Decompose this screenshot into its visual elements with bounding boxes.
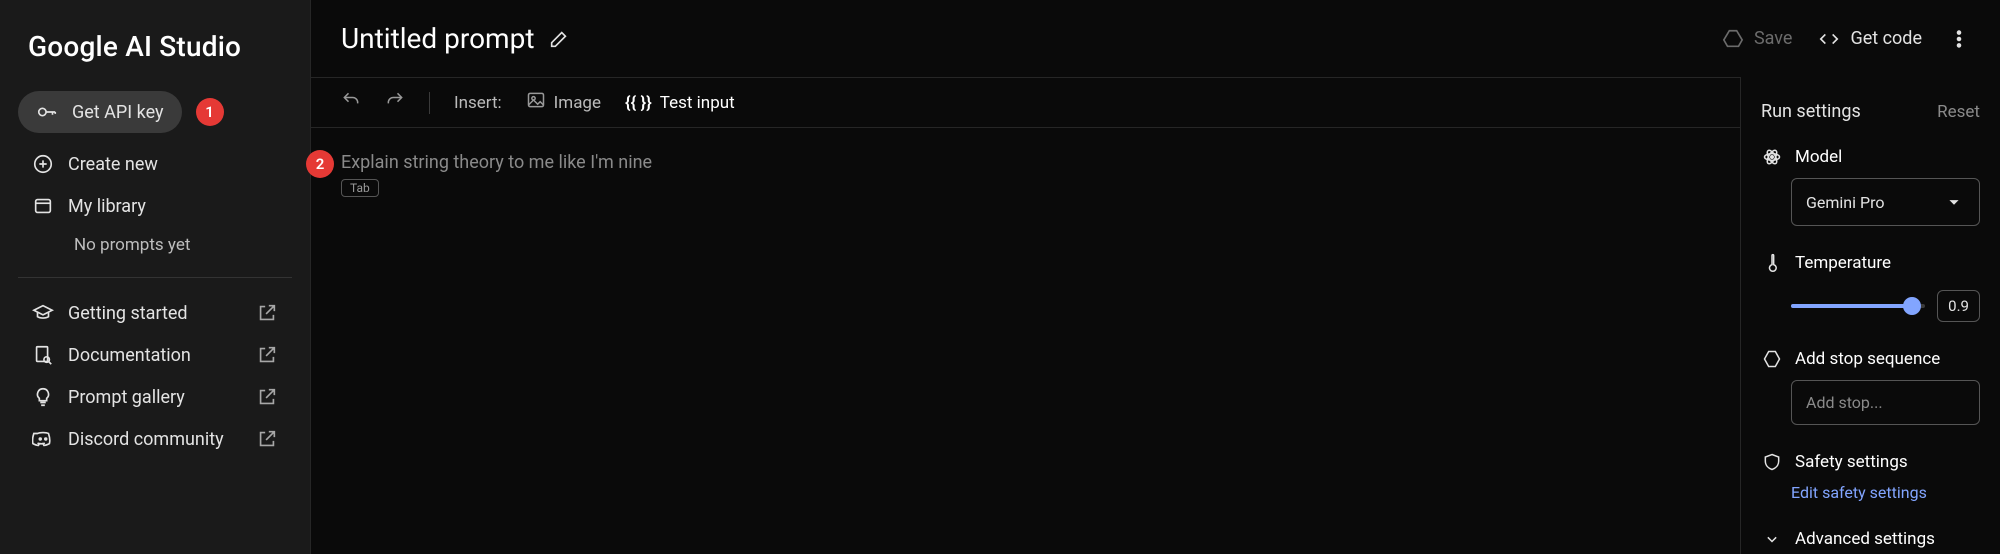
model-setting-header: Model xyxy=(1761,146,1980,168)
insert-image-label: Image xyxy=(554,93,601,113)
documentation-link[interactable]: Documentation xyxy=(18,334,292,376)
atom-icon xyxy=(1761,146,1783,168)
prompt-title: Untitled prompt xyxy=(341,22,534,55)
prompt-gallery-label: Prompt gallery xyxy=(68,387,185,408)
discord-label: Discord community xyxy=(68,429,224,450)
key-icon xyxy=(36,101,58,123)
plus-circle-icon xyxy=(32,153,54,175)
prompt-editor[interactable]: Explain string theory to me like I'm nin… xyxy=(311,128,1740,554)
annotation-badge-1: 1 xyxy=(196,98,224,126)
toolbar-separator xyxy=(429,92,430,114)
insert-test-input-button[interactable]: {{ }} Test input xyxy=(625,93,735,113)
shield-icon xyxy=(1761,451,1783,473)
model-select[interactable]: Gemini Pro xyxy=(1791,178,1980,226)
prompt-gallery-link[interactable]: Prompt gallery xyxy=(18,376,292,418)
library-icon xyxy=(32,195,54,217)
test-input-label: Test input xyxy=(660,93,735,113)
stop-sequence-header: Add stop sequence xyxy=(1761,348,1980,370)
thermometer-icon xyxy=(1761,252,1783,274)
create-new-button[interactable]: Create new 2 xyxy=(18,143,292,185)
undo-button[interactable] xyxy=(341,90,361,115)
sidebar-divider xyxy=(18,277,292,278)
document-search-icon xyxy=(32,344,54,366)
topbar: Untitled prompt Save Get code xyxy=(311,0,2000,77)
advanced-settings-label: Advanced settings xyxy=(1795,529,1935,549)
drive-icon xyxy=(1722,28,1744,50)
temperature-value[interactable]: 0.9 xyxy=(1937,290,1980,322)
temperature-slider[interactable] xyxy=(1791,304,1925,308)
no-prompts-label: No prompts yet xyxy=(18,227,292,263)
my-library-label: My library xyxy=(68,196,146,217)
get-code-button[interactable]: Get code xyxy=(1818,28,1922,50)
code-icon xyxy=(1818,28,1840,50)
more-menu-button[interactable] xyxy=(1948,28,1970,50)
bulb-icon xyxy=(32,386,54,408)
temperature-setting-header: Temperature xyxy=(1761,252,1980,274)
model-label: Model xyxy=(1795,147,1842,167)
advanced-settings-toggle[interactable]: Advanced settings xyxy=(1761,528,1980,550)
save-button[interactable]: Save xyxy=(1722,28,1793,50)
discord-link[interactable]: Discord community xyxy=(18,418,292,460)
graduation-icon xyxy=(32,302,54,324)
documentation-label: Documentation xyxy=(68,345,191,366)
sidebar: Google AI Studio Get API key 1 Create ne… xyxy=(0,0,310,554)
app-logo: Google AI Studio xyxy=(0,20,310,91)
insert-label: Insert: xyxy=(454,93,502,113)
edit-icon[interactable] xyxy=(548,28,570,50)
get-api-key-label: Get API key xyxy=(72,102,164,123)
insert-image-button[interactable]: Image xyxy=(526,90,601,115)
main-area: Untitled prompt Save Get code xyxy=(310,0,2000,554)
image-icon xyxy=(526,90,546,115)
temperature-label: Temperature xyxy=(1795,253,1891,273)
save-label: Save xyxy=(1754,28,1793,49)
getting-started-link[interactable]: Getting started xyxy=(18,292,292,334)
edit-safety-link[interactable]: Edit safety settings xyxy=(1791,483,1980,502)
model-value: Gemini Pro xyxy=(1806,193,1884,212)
reset-button[interactable]: Reset xyxy=(1937,102,1980,122)
chevron-down-icon xyxy=(1761,528,1783,550)
editor-placeholder: Explain string theory to me like I'm nin… xyxy=(341,152,1710,173)
external-link-icon xyxy=(256,386,278,408)
external-link-icon xyxy=(256,428,278,450)
editor-toolbar: Insert: Image {{ }} Test input xyxy=(311,77,1740,128)
stop-sequence-label: Add stop sequence xyxy=(1795,349,1940,369)
dropdown-arrow-icon xyxy=(1943,191,1965,213)
create-new-label: Create new xyxy=(68,154,158,175)
external-link-icon xyxy=(256,344,278,366)
run-settings-title: Run settings xyxy=(1761,101,1861,122)
external-link-icon xyxy=(256,302,278,324)
hexagon-icon xyxy=(1761,348,1783,370)
getting-started-label: Getting started xyxy=(68,303,188,324)
safety-settings-label: Safety settings xyxy=(1795,452,1908,472)
redo-button[interactable] xyxy=(385,90,405,115)
get-api-key-button[interactable]: Get API key 1 xyxy=(18,91,182,133)
vars-icon: {{ }} xyxy=(625,93,652,113)
safety-settings-header: Safety settings xyxy=(1761,451,1980,473)
run-settings-panel: Run settings Reset Model Gemini Pro T xyxy=(1740,77,2000,554)
my-library-button[interactable]: My library xyxy=(18,185,292,227)
tab-hint: Tab xyxy=(341,179,379,197)
discord-icon xyxy=(32,428,54,450)
slider-thumb[interactable] xyxy=(1903,297,1921,315)
stop-sequence-input[interactable]: Add stop... xyxy=(1791,380,1980,425)
get-code-label: Get code xyxy=(1850,28,1922,49)
